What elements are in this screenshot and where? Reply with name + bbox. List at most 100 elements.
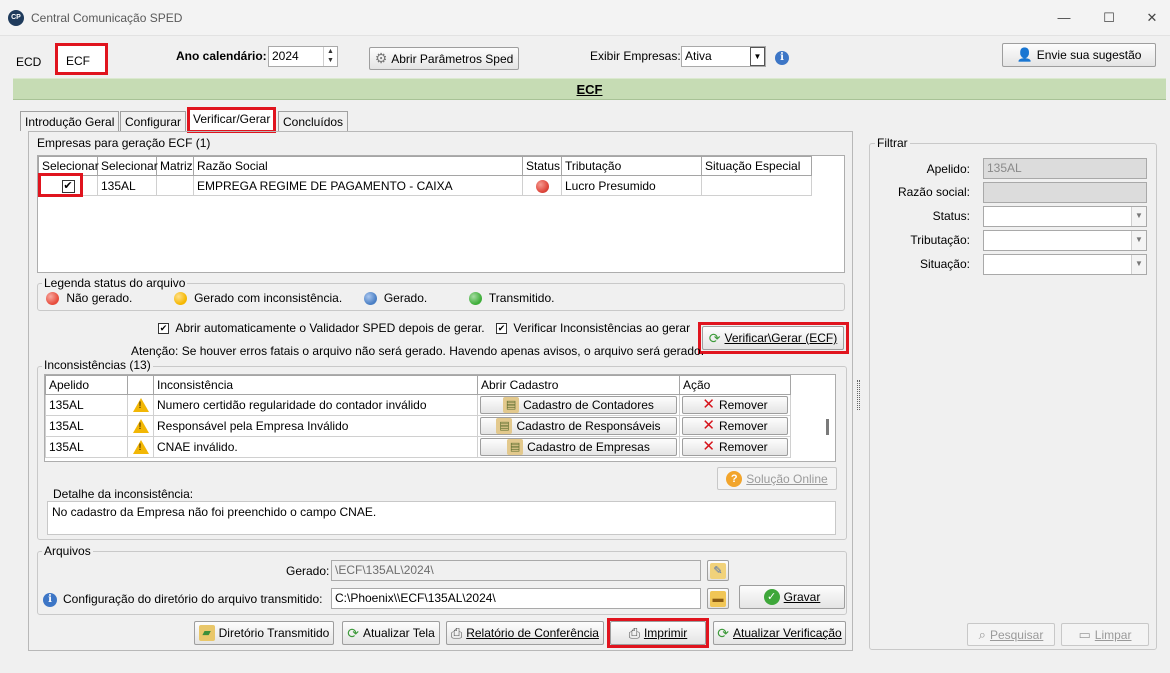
pesquisar-button[interactable]: ⌕ Pesquisar: [967, 623, 1055, 646]
abrir-parametros-button[interactable]: ⚙ Abrir Parâmetros Sped: [369, 47, 519, 70]
remove-x-icon: ✕: [702, 438, 715, 455]
col-situacao-especial[interactable]: Situação Especial: [701, 156, 812, 176]
cell-apelido: 135AL: [97, 175, 157, 196]
legenda-transmitido: Transmitido.: [488, 291, 555, 305]
maximize-button[interactable]: ☐: [1094, 6, 1124, 30]
atualizar-verificacao-button[interactable]: ⟳ Atualizar Verificação: [713, 621, 846, 645]
col-inconsistencia[interactable]: Inconsistência: [153, 375, 478, 395]
chevron-down-icon[interactable]: ▼: [1131, 207, 1146, 226]
red-dot-icon: [46, 292, 59, 306]
spinner-arrows-icon[interactable]: ▲ ▼: [323, 47, 337, 66]
green-dot-icon: [468, 292, 482, 306]
detalhe-textarea[interactable]: No cadastro da Empresa não foi preenchid…: [47, 501, 836, 535]
browse-folder-button[interactable]: ▬: [707, 588, 729, 609]
apelido-field[interactable]: 135AL: [983, 158, 1147, 179]
col-selecionar-2[interactable]: Selecionar: [97, 156, 158, 176]
diretorio-transmitido-button[interactable]: ▰ Diretório Transmitido: [194, 621, 334, 645]
gravar-button[interactable]: ✓ Gravar: [739, 585, 845, 609]
razao-social-field[interactable]: [983, 182, 1147, 203]
config-diretorio-label: Configuração do diretório do arquivo tra…: [63, 592, 323, 606]
pesquisar-label: Pesquisar: [989, 627, 1044, 642]
col-matriz[interactable]: Matriz: [156, 156, 194, 176]
gerado-field[interactable]: \ECF\135AL\2024\: [331, 560, 701, 581]
solucao-online-label: Solução Online: [746, 471, 828, 486]
edit-folder-button[interactable]: ✎: [707, 560, 729, 581]
detalhe-label: Detalhe da inconsistência:: [53, 487, 194, 501]
chevron-down-icon[interactable]: ▼: [750, 47, 765, 66]
info-icon[interactable]: i: [43, 591, 57, 607]
chevron-down-icon[interactable]: ▼: [1131, 255, 1146, 274]
cell-tributacao: Lucro Presumido: [561, 175, 702, 196]
inconsistencias-title: Inconsistências (13): [42, 358, 153, 372]
exibir-empresas-select[interactable]: Ativa ▼: [681, 46, 766, 67]
col-apelido[interactable]: Apelido: [45, 375, 128, 395]
verificar-inconsistencias-label: Verificar Inconsistências ao gerar: [513, 321, 691, 335]
situacao-select[interactable]: ▼: [983, 254, 1147, 275]
refresh-icon: ⟳: [717, 624, 729, 641]
remove-x-icon: ✕: [702, 417, 715, 434]
ecf-banner: ECF: [13, 78, 1166, 100]
arquivos-title: Arquivos: [42, 544, 93, 558]
help-icon: ?: [726, 470, 743, 487]
table-row[interactable]: 135AL ! CNAE inválido. ▤ Cadastro de Empr…: [45, 436, 791, 458]
remover-label: Remover: [718, 440, 768, 454]
cadastro-label: Cadastro de Responsáveis: [516, 419, 661, 433]
table-scrollbar[interactable]: [826, 419, 829, 435]
col-razao-social[interactable]: Razão Social: [193, 156, 523, 176]
tab-concluidos[interactable]: Concluídos: [278, 111, 349, 131]
highlight-checkbox: [38, 173, 83, 197]
col-abrir-cadastro[interactable]: Abrir Cadastro: [477, 375, 680, 395]
col-icon[interactable]: [127, 375, 154, 395]
splitter-handle[interactable]: [857, 380, 860, 410]
tab-introducao-geral[interactable]: Introdução Geral: [20, 111, 120, 131]
abrir-validador-checkbox[interactable]: ✔: [158, 323, 169, 335]
status-select[interactable]: ▼: [983, 206, 1147, 227]
envie-sugestao-label: Envie sua sugestão: [1036, 48, 1142, 62]
remover-button[interactable]: ✕ Remover: [682, 438, 788, 456]
table-row[interactable]: ✔ 135AL EMPREGA REGIME DE PAGAMENTO - CA…: [38, 175, 812, 196]
gerado-value: \ECF\135AL\2024\: [335, 563, 434, 577]
limpar-button[interactable]: ▭ Limpar: [1061, 623, 1149, 646]
exibir-empresas-label: Exibir Empresas:: [590, 49, 681, 63]
solucao-online-button[interactable]: ? Solução Online: [717, 467, 837, 490]
atualizar-tela-button[interactable]: ⟳ Atualizar Tela: [342, 621, 440, 645]
cadastro-empresas-button[interactable]: ▤ Cadastro de Empresas: [480, 438, 677, 456]
cell-situacao: [701, 175, 812, 196]
printer-icon: ⎙: [451, 624, 463, 641]
legenda-gerado-inconsistencia: Gerado com inconsistência.: [194, 291, 343, 305]
verificar-inconsistencias-checkbox[interactable]: ✔: [496, 323, 507, 335]
table-row[interactable]: 135AL ! Numero certidão regularidade do …: [45, 394, 791, 416]
col-tributacao[interactable]: Tributação: [561, 156, 702, 176]
config-diretorio-field[interactable]: C:\Phoenix\\ECF\135AL\2024\: [331, 588, 701, 609]
legenda-nao-gerado: Não gerado.: [66, 291, 133, 305]
tributacao-select[interactable]: ▼: [983, 230, 1147, 251]
minimize-button[interactable]: —: [1049, 6, 1079, 30]
remover-button[interactable]: ✕ Remover: [682, 417, 788, 435]
col-status[interactable]: Status: [522, 156, 562, 176]
tab-configurar[interactable]: Configurar: [120, 111, 187, 131]
close-button[interactable]: ✕: [1137, 6, 1167, 30]
verificar-inconsistencias-option[interactable]: ✔ Verificar Inconsistências ao gerar: [496, 321, 690, 335]
warning-icon: !: [132, 440, 149, 455]
col-acao[interactable]: Ação: [679, 375, 791, 395]
remover-label: Remover: [718, 419, 768, 433]
cell-razao-social: EMPREGA REGIME DE PAGAMENTO - CAIXA: [193, 175, 523, 196]
relatorio-conferencia-button[interactable]: ⎙ Relatório de Conferência: [446, 621, 604, 645]
chevron-down-icon[interactable]: ▼: [1131, 231, 1146, 250]
cadastro-contadores-button[interactable]: ▤ Cadastro de Contadores: [480, 396, 677, 414]
info-icon[interactable]: i: [775, 49, 789, 65]
cell-inconsistencia: Numero certidão regularidade do contador…: [153, 394, 478, 416]
remover-button[interactable]: ✕ Remover: [682, 396, 788, 414]
envie-sugestao-button[interactable]: 👤 Envie sua sugestão: [1002, 43, 1156, 67]
gravar-label: Gravar: [783, 590, 821, 604]
tab-ecd[interactable]: ECD: [16, 55, 41, 69]
empresas-group-title: Empresas para geração ECF (1): [35, 136, 213, 150]
cadastro-responsaveis-button[interactable]: ▤ Cadastro de Responsáveis: [480, 417, 677, 435]
cell-inconsistencia: CNAE inválido.: [153, 436, 478, 458]
ano-calendario-spinner[interactable]: 2024 ▲ ▼: [268, 46, 338, 67]
highlight-imprimir: [607, 618, 709, 648]
abrir-validador-option[interactable]: ✔ Abrir automaticamente o Validador SPED…: [158, 321, 485, 335]
gear-icon: ⚙: [374, 50, 388, 66]
eraser-icon: ▭: [1078, 626, 1091, 642]
table-row[interactable]: 135AL ! Responsável pela Empresa Inválid…: [45, 415, 791, 437]
